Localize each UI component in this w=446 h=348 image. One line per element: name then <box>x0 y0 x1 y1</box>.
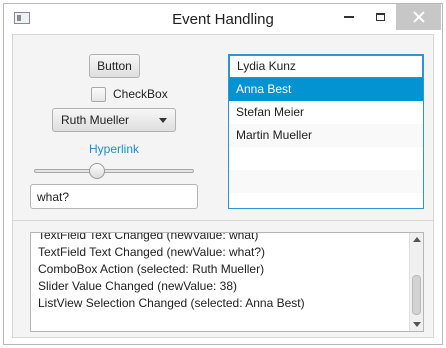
vertical-scrollbar[interactable] <box>409 233 423 331</box>
content-pane: Button CheckBox Ruth Mueller Hyperlink L… <box>12 34 434 338</box>
chevron-down-icon <box>159 118 167 123</box>
log-line: TextField Text Changed (newValue: what?) <box>38 245 266 259</box>
checkbox[interactable]: CheckBox <box>91 85 168 103</box>
button[interactable]: Button <box>89 54 140 78</box>
list-item[interactable]: Stefan Meier <box>229 101 423 124</box>
text-field[interactable] <box>30 184 198 209</box>
close-icon <box>413 11 425 23</box>
event-log-lines: TextField Text Changed (newValue: what) … <box>38 232 408 312</box>
app-window: Event Handling Button CheckBox Ruth Muel… <box>3 3 443 345</box>
title-bar[interactable]: Event Handling <box>4 4 442 34</box>
list-view[interactable]: Lydia Kunz Anna Best Stefan Meier Martin… <box>228 54 424 209</box>
separator <box>13 220 433 221</box>
hyperlink[interactable]: Hyperlink <box>89 142 139 156</box>
minimize-icon <box>344 16 354 18</box>
event-log[interactable]: TextField Text Changed (newValue: what) … <box>30 232 424 332</box>
minimize-button[interactable] <box>334 4 364 30</box>
combobox[interactable]: Ruth Mueller <box>52 108 176 132</box>
scroll-down-icon[interactable] <box>413 322 421 327</box>
log-line: ListView Selection Changed (selected: An… <box>38 296 305 310</box>
maximize-button[interactable] <box>365 4 395 30</box>
slider-thumb[interactable] <box>88 163 105 179</box>
log-line: TextField Text Changed (newValue: what) <box>38 232 259 242</box>
maximize-icon <box>375 13 385 21</box>
list-item-empty <box>229 147 423 170</box>
combobox-value: Ruth Mueller <box>61 113 130 127</box>
list-item-selected[interactable]: Anna Best <box>229 78 423 101</box>
close-button[interactable] <box>396 4 441 30</box>
list-item[interactable]: Martin Mueller <box>229 124 423 147</box>
scrollbar-thumb[interactable] <box>412 275 421 315</box>
scroll-up-icon[interactable] <box>413 237 421 242</box>
log-line: Slider Value Changed (newValue: 38) <box>38 279 238 293</box>
list-item-empty <box>229 170 423 193</box>
log-line: ComboBox Action (selected: Ruth Mueller) <box>38 262 265 276</box>
checkbox-label[interactable]: CheckBox <box>113 87 168 101</box>
checkbox-box[interactable] <box>91 86 106 102</box>
slider-track[interactable] <box>34 169 194 173</box>
list-item[interactable]: Lydia Kunz <box>229 55 423 78</box>
